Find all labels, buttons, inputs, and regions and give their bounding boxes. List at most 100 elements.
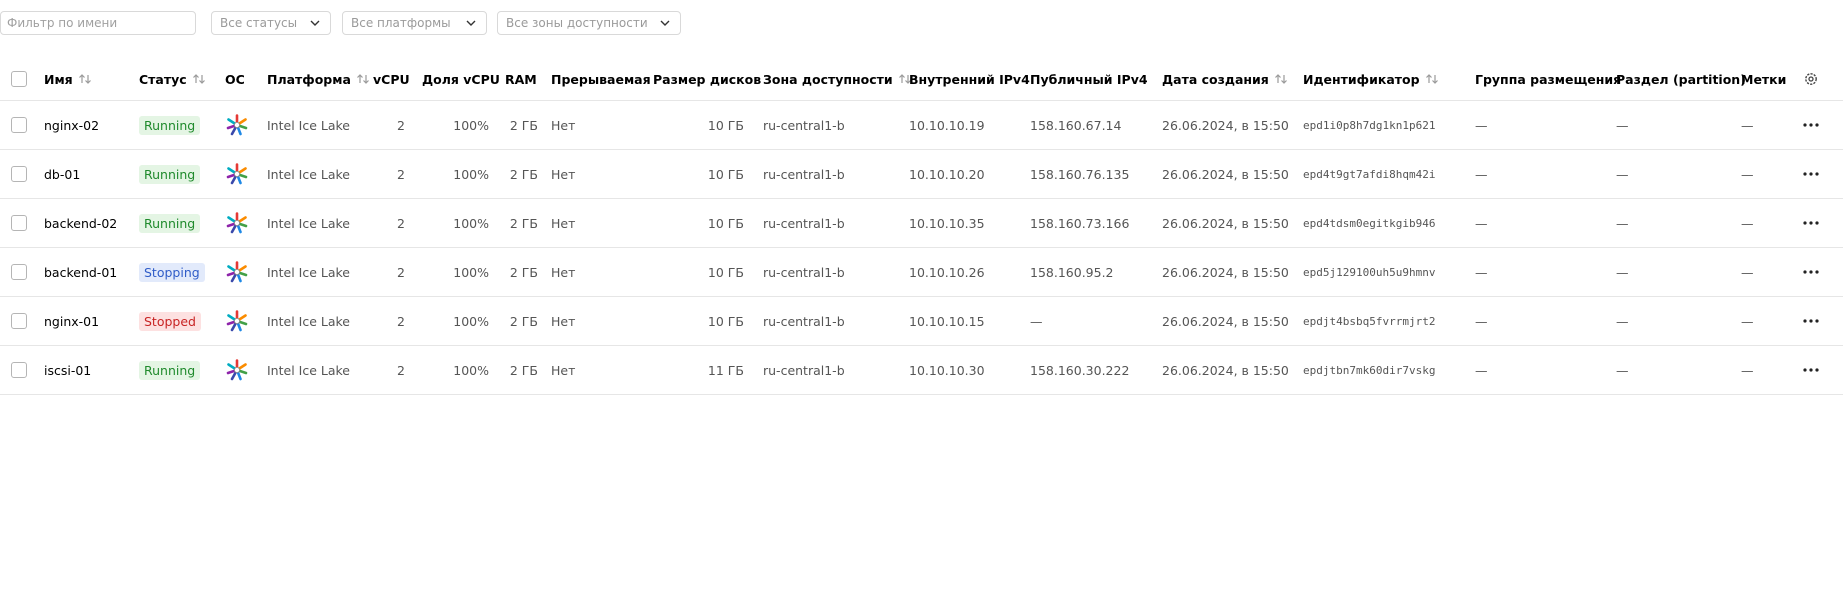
created-cell: 26.06.2024, в 15:50 xyxy=(1162,362,1289,378)
os-cell xyxy=(225,199,249,247)
zone-filter-select[interactable]: Все зоны доступности xyxy=(497,11,681,35)
partition-cell: — xyxy=(1616,362,1629,378)
status-cell: Running xyxy=(139,346,201,394)
internal-ip-cell: 10.10.10.30 xyxy=(909,362,985,378)
created-cell: 26.06.2024, в 15:50 xyxy=(1162,215,1289,231)
labels-cell: — xyxy=(1741,166,1754,182)
zone-filter-label: Все зоны доступности xyxy=(506,16,648,30)
row-checkbox[interactable] xyxy=(11,117,27,133)
col-name[interactable]: Имя xyxy=(44,58,92,100)
placement-group-cell: — xyxy=(1475,362,1488,378)
row-checkbox[interactable] xyxy=(11,313,27,329)
vcpu-share-cell: 100% xyxy=(453,362,489,378)
ram-cell: 2 ГБ xyxy=(509,166,538,182)
zone-cell: ru-central1-b xyxy=(763,166,845,182)
partition-cell: — xyxy=(1616,313,1629,329)
row-checkbox[interactable] xyxy=(11,215,27,231)
platform-cell: Intel Ice Lake xyxy=(267,215,350,231)
partition-cell: — xyxy=(1616,166,1629,182)
status-badge: Running xyxy=(139,115,201,135)
row-checkbox[interactable] xyxy=(11,362,27,378)
table-row[interactable]: db-01 Running Intel Ice Lake 2 100% 2 ГБ… xyxy=(0,150,1843,199)
row-checkbox-cell xyxy=(11,101,27,149)
table-row[interactable]: backend-02 Running Intel Ice Lake 2 100%… xyxy=(0,199,1843,248)
status-badge: Stopping xyxy=(139,262,205,282)
disk-size-cell: 10 ГБ xyxy=(707,264,744,280)
row-checkbox-cell xyxy=(11,248,27,296)
columns-settings-button[interactable] xyxy=(1803,58,1819,100)
id-cell: epd5j129100uh5u9hmnv xyxy=(1303,265,1436,279)
preemptible-cell: Нет xyxy=(551,117,576,133)
status-badge: Stopped xyxy=(139,311,201,331)
partition-cell: — xyxy=(1616,264,1629,280)
select-all-checkbox[interactable] xyxy=(11,71,27,87)
status-filter-label: Все статусы xyxy=(220,16,298,30)
gear-icon xyxy=(1805,73,1817,85)
platform-cell: Intel Ice Lake xyxy=(267,362,350,378)
vm-name[interactable]: iscsi-01 xyxy=(44,346,91,394)
row-checkbox[interactable] xyxy=(11,264,27,280)
os-distro-icon xyxy=(226,261,248,283)
status-cell: Running xyxy=(139,199,201,247)
select-all-cell xyxy=(11,58,27,100)
row-actions-button[interactable] xyxy=(1802,248,1820,296)
sort-arrows-icon xyxy=(1425,74,1438,84)
chevron-down-icon xyxy=(466,20,476,26)
platform-cell: Intel Ice Lake xyxy=(267,117,350,133)
os-cell xyxy=(225,297,249,345)
preemptible-cell: Нет xyxy=(551,215,576,231)
ram-cell: 2 ГБ xyxy=(509,117,538,133)
vcpu-cell: 2 xyxy=(397,166,405,182)
os-distro-icon xyxy=(226,114,248,136)
row-actions-button[interactable] xyxy=(1802,150,1820,198)
internal-ip-cell: 10.10.10.26 xyxy=(909,264,985,280)
table-row[interactable]: nginx-01 Stopped Intel Ice Lake 2 100% 2… xyxy=(0,297,1843,346)
placement-group-cell: — xyxy=(1475,117,1488,133)
id-cell: epd4t9gt7afdi8hqm42i xyxy=(1303,167,1436,181)
col-created[interactable]: Дата создания xyxy=(1162,58,1288,100)
vcpu-cell: 2 xyxy=(397,117,405,133)
sort-arrows-icon xyxy=(356,74,369,84)
ram-cell: 2 ГБ xyxy=(509,362,538,378)
table-row[interactable]: backend-01 Stopping Intel Ice Lake 2 100… xyxy=(0,248,1843,297)
col-status[interactable]: Статус xyxy=(139,58,206,100)
vm-name[interactable]: backend-02 xyxy=(44,199,117,247)
zone-cell: ru-central1-b xyxy=(763,362,845,378)
col-ram: RAM xyxy=(505,71,537,87)
col-zone[interactable]: Зона доступности xyxy=(763,58,912,100)
vm-name[interactable]: nginx-02 xyxy=(44,101,99,149)
col-platform[interactable]: Платформа xyxy=(267,58,370,100)
vcpu-cell: 2 xyxy=(397,264,405,280)
platform-filter-select[interactable]: Все платформы xyxy=(342,11,487,35)
row-checkbox-cell xyxy=(11,199,27,247)
col-vcpu-share: Доля vCPU xyxy=(422,71,500,87)
placement-group-cell: — xyxy=(1475,313,1488,329)
zone-cell: ru-central1-b xyxy=(763,117,845,133)
platform-cell: Intel Ice Lake xyxy=(267,264,350,280)
name-filter-input[interactable] xyxy=(0,11,196,35)
row-actions-button[interactable] xyxy=(1802,101,1820,149)
row-actions-button[interactable] xyxy=(1802,199,1820,247)
created-cell: 26.06.2024, в 15:50 xyxy=(1162,264,1289,280)
partition-cell: — xyxy=(1616,215,1629,231)
public-ip-cell: 158.160.73.166 xyxy=(1030,215,1130,231)
zone-cell: ru-central1-b xyxy=(763,313,845,329)
vcpu-share-cell: 100% xyxy=(453,313,489,329)
table-row[interactable]: nginx-02 Running Intel Ice Lake 2 100% 2… xyxy=(0,101,1843,150)
vm-name[interactable]: db-01 xyxy=(44,150,80,198)
row-actions-button[interactable] xyxy=(1802,346,1820,394)
status-filter-select[interactable]: Все статусы xyxy=(211,11,331,35)
row-checkbox-cell xyxy=(11,297,27,345)
col-disk-size: Размер дисков xyxy=(653,71,762,87)
vm-name[interactable]: nginx-01 xyxy=(44,297,99,345)
row-actions-button[interactable] xyxy=(1802,297,1820,345)
col-id[interactable]: Идентификатор xyxy=(1303,58,1439,100)
table-row[interactable]: iscsi-01 Running Intel Ice Lake 2 100% 2… xyxy=(0,346,1843,395)
os-distro-icon xyxy=(226,359,248,381)
vm-table: Имя Статус ОС Платформа vCPU Доля vCPU R… xyxy=(0,58,1843,395)
labels-cell: — xyxy=(1741,313,1754,329)
vm-name[interactable]: backend-01 xyxy=(44,248,117,296)
vcpu-share-cell: 100% xyxy=(453,166,489,182)
row-checkbox[interactable] xyxy=(11,166,27,182)
platform-cell: Intel Ice Lake xyxy=(267,166,350,182)
